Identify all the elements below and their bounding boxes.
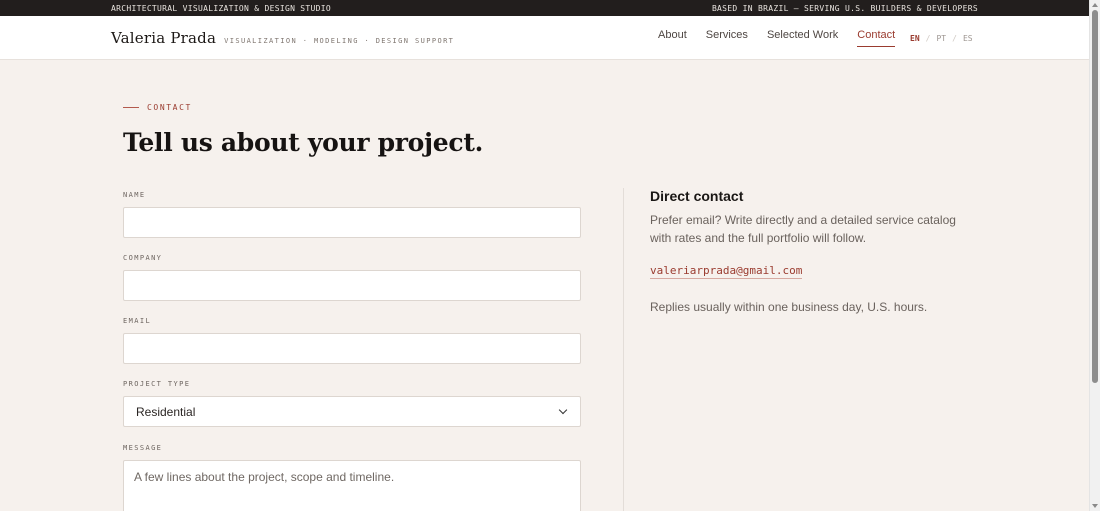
project-type-value: Residential	[136, 404, 196, 419]
chevron-down-icon	[558, 405, 568, 415]
message-label: MESSAGE	[123, 444, 163, 452]
nav-services[interactable]: Services	[706, 29, 748, 41]
name-field-wrap	[123, 207, 581, 238]
brand-name[interactable]: Valeria Prada	[111, 29, 216, 47]
message-textarea[interactable]	[134, 470, 570, 510]
message-field-wrap	[123, 460, 581, 511]
nav-contact[interactable]: Contact	[857, 29, 895, 47]
email-field-wrap	[123, 333, 581, 364]
scroll-thumb[interactable]	[1092, 10, 1098, 383]
location-note: BASED IN BRAZIL — SERVING U.S. BUILDERS …	[711, 3, 978, 13]
company-field-wrap	[123, 270, 581, 301]
language-switcher: EN / PT / ES	[910, 34, 973, 43]
eyebrow-label: CONTACT	[147, 103, 192, 112]
brand-tagline: VISUALIZATION · MODELING · DESIGN SUPPOR…	[224, 37, 455, 45]
scroll-up-arrow-icon[interactable]	[1092, 3, 1098, 7]
direct-contact-title: Direct contact	[650, 188, 744, 204]
name-input[interactable]	[124, 208, 580, 237]
project-type-select[interactable]: Residential	[123, 396, 581, 427]
page-title: Tell us about your project.	[123, 128, 483, 157]
nav-selected-work[interactable]: Selected Work	[767, 29, 838, 41]
email-link[interactable]: valeriarprada@gmail.com	[650, 264, 803, 279]
nav-about[interactable]: About	[658, 29, 687, 41]
eyebrow-line	[123, 107, 139, 108]
main-nav: About Services Selected Work Contact	[658, 29, 914, 47]
lang-pt[interactable]: PT	[936, 34, 946, 43]
email-label: EMAIL	[123, 317, 152, 325]
company-input[interactable]	[124, 271, 580, 300]
column-divider	[623, 188, 624, 511]
page-scrollbar[interactable]	[1089, 0, 1100, 511]
scroll-down-arrow-icon[interactable]	[1092, 504, 1098, 508]
reply-note: Replies usually within one business day,…	[650, 300, 928, 314]
site-header: Valeria Prada VISUALIZATION · MODELING ·…	[0, 16, 1089, 60]
lang-es[interactable]: ES	[963, 34, 973, 43]
studio-description: ARCHITECTURAL VISUALIZATION & DESIGN STU…	[111, 3, 332, 13]
email-input[interactable]	[124, 334, 580, 363]
name-label: NAME	[123, 191, 146, 199]
project-type-label: PROJECT TYPE	[123, 380, 191, 388]
lang-separator: /	[952, 34, 957, 43]
top-announcement-bar: ARCHITECTURAL VISUALIZATION & DESIGN STU…	[0, 0, 1089, 16]
section-eyebrow: CONTACT	[123, 103, 192, 112]
direct-contact-text: Prefer email? Write directly and a detai…	[650, 213, 956, 245]
lang-en[interactable]: EN	[910, 34, 920, 43]
brand[interactable]: Valeria Prada VISUALIZATION · MODELING ·…	[111, 29, 454, 47]
company-label: COMPANY	[123, 254, 163, 262]
lang-separator: /	[925, 34, 931, 43]
